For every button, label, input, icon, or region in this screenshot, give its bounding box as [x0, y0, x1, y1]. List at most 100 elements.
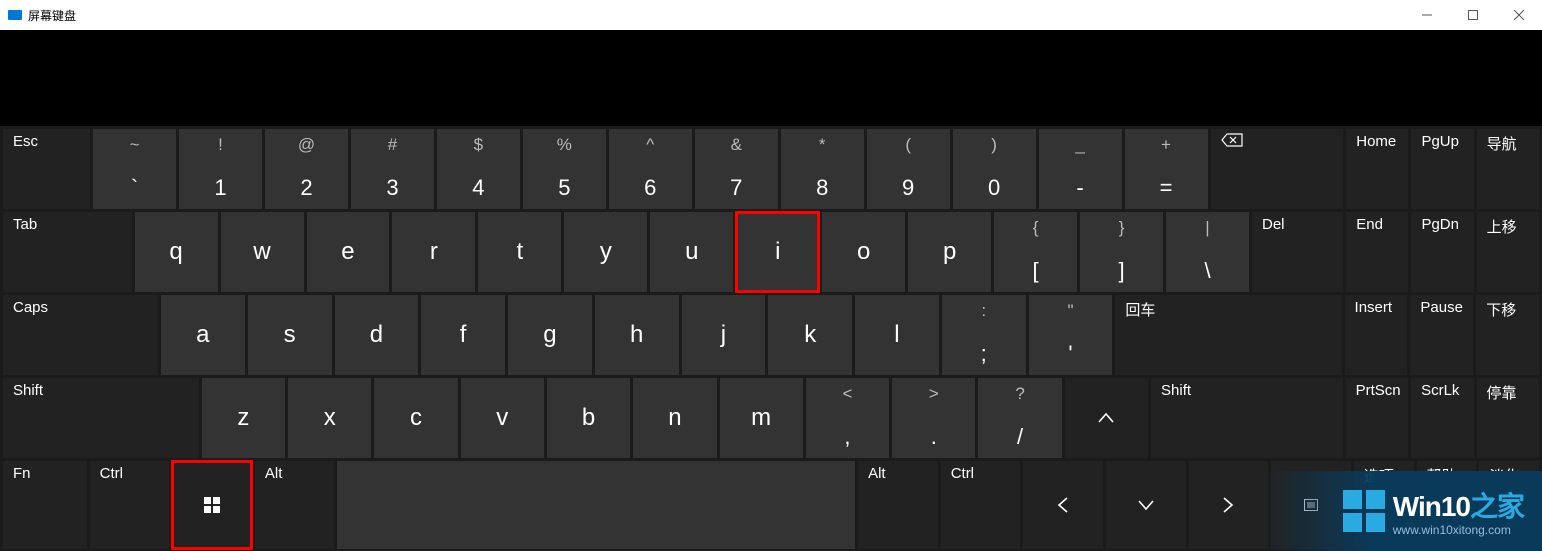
key-t[interactable]: t [478, 212, 561, 292]
key-shift-left[interactable]: Shift [3, 378, 199, 458]
title-left: 屏幕键盘 [0, 7, 76, 24]
key-ctrl-right[interactable]: Ctrl [941, 461, 1021, 549]
titlebar: 屏幕键盘 [0, 0, 1542, 30]
key-esc[interactable]: Esc [3, 129, 90, 209]
key-movedown[interactable]: 下移 [1476, 295, 1539, 375]
row-4: Shift z x c v b n m <, >. ?/ Shift PrtSc… [0, 378, 1542, 458]
key-pause[interactable]: Pause [1410, 295, 1473, 375]
key-insert[interactable]: Insert [1345, 295, 1408, 375]
key-pgdn[interactable]: PgDn [1411, 212, 1473, 292]
key-caps[interactable]: Caps [3, 295, 158, 375]
key-4[interactable]: $4 [437, 129, 520, 209]
key-8[interactable]: *8 [781, 129, 864, 209]
key-prtscn[interactable]: PrtScn [1346, 378, 1408, 458]
key-end[interactable]: End [1346, 212, 1408, 292]
key-k[interactable]: k [768, 295, 852, 375]
key-n[interactable]: n [633, 378, 716, 458]
key-pgup[interactable]: PgUp [1411, 129, 1473, 209]
key-5[interactable]: %5 [523, 129, 606, 209]
key-o[interactable]: o [822, 212, 905, 292]
key-d[interactable]: d [335, 295, 419, 375]
key-period[interactable]: >. [892, 378, 975, 458]
key-1[interactable]: !1 [179, 129, 262, 209]
key-l[interactable]: l [855, 295, 939, 375]
key-9[interactable]: (9 [867, 129, 950, 209]
key-q[interactable]: q [135, 212, 218, 292]
key-f[interactable]: f [421, 295, 505, 375]
key-m[interactable]: m [720, 378, 803, 458]
chevron-right-icon [1222, 496, 1234, 514]
key-2[interactable]: @2 [265, 129, 348, 209]
key-y[interactable]: y [564, 212, 647, 292]
key-fn[interactable]: Fn [3, 461, 87, 549]
key-quote[interactable]: "' [1029, 295, 1113, 375]
key-slash[interactable]: ?/ [978, 378, 1061, 458]
key-down[interactable] [1106, 461, 1186, 549]
windows-icon [204, 497, 220, 513]
close-button[interactable] [1496, 0, 1542, 30]
key-up[interactable] [1065, 378, 1148, 458]
key-s[interactable]: s [248, 295, 332, 375]
window-controls [1404, 0, 1542, 30]
key-minus[interactable]: _- [1039, 129, 1122, 209]
chevron-left-icon [1057, 496, 1069, 514]
app-icon [8, 10, 22, 20]
key-alt-right[interactable]: Alt [858, 461, 938, 549]
minimize-button[interactable] [1404, 0, 1450, 30]
keyboard-area: Esc ~` !1 @2 #3 $4 %5 ^6 &7 *8 (9 )0 _- … [0, 30, 1542, 551]
key-del[interactable]: Del [1252, 212, 1343, 292]
row-2: Tab q w e r t y u i o p {[ }] |\ Del End… [0, 212, 1542, 292]
key-bracket-left[interactable]: {[ [994, 212, 1077, 292]
key-comma[interactable]: <, [806, 378, 889, 458]
key-backslash[interactable]: |\ [1166, 212, 1249, 292]
key-dock[interactable]: 停靠 [1477, 378, 1539, 458]
key-h[interactable]: h [595, 295, 679, 375]
key-moveup[interactable]: 上移 [1477, 212, 1539, 292]
key-a[interactable]: a [161, 295, 245, 375]
key-c[interactable]: c [374, 378, 457, 458]
window-title: 屏幕键盘 [28, 7, 76, 24]
key-x[interactable]: x [288, 378, 371, 458]
key-b[interactable]: b [547, 378, 630, 458]
key-enter[interactable]: 回车 [1115, 295, 1341, 375]
key-nav[interactable]: 导航 [1477, 129, 1539, 209]
key-3[interactable]: #3 [351, 129, 434, 209]
key-u[interactable]: u [650, 212, 733, 292]
key-shift-right[interactable]: Shift [1151, 378, 1343, 458]
key-7[interactable]: &7 [695, 129, 778, 209]
key-windows[interactable] [172, 461, 252, 549]
row-1: Esc ~` !1 @2 #3 $4 %5 ^6 &7 *8 (9 )0 _- … [0, 129, 1542, 209]
key-e[interactable]: e [307, 212, 390, 292]
key-alt-left[interactable]: Alt [255, 461, 335, 549]
key-backtick[interactable]: ~` [93, 129, 176, 209]
key-g[interactable]: g [508, 295, 592, 375]
key-space[interactable] [337, 461, 855, 549]
key-i[interactable]: i [736, 212, 819, 292]
key-z[interactable]: z [202, 378, 285, 458]
key-left[interactable] [1023, 461, 1103, 549]
key-0[interactable]: )0 [953, 129, 1036, 209]
key-j[interactable]: j [682, 295, 766, 375]
key-p[interactable]: p [908, 212, 991, 292]
key-v[interactable]: v [461, 378, 544, 458]
key-ctrl-left[interactable]: Ctrl [90, 461, 170, 549]
key-semicolon[interactable]: :; [942, 295, 1026, 375]
key-w[interactable]: w [221, 212, 304, 292]
maximize-button[interactable] [1450, 0, 1496, 30]
key-tab[interactable]: Tab [3, 212, 132, 292]
chevron-up-icon [1097, 412, 1115, 424]
watermark: Win10之家 www.win10xitong.com [1264, 471, 1542, 551]
backspace-icon [1221, 133, 1243, 147]
key-home[interactable]: Home [1346, 129, 1408, 209]
row-3: Caps a s d f g h j k l :; "' 回车 Insert P… [0, 295, 1542, 375]
key-r[interactable]: r [392, 212, 475, 292]
chevron-down-icon [1137, 499, 1155, 511]
key-bracket-right[interactable]: }] [1080, 212, 1163, 292]
watermark-logo-icon [1343, 490, 1385, 532]
key-6[interactable]: ^6 [609, 129, 692, 209]
key-equals[interactable]: += [1125, 129, 1208, 209]
key-backspace[interactable] [1211, 129, 1344, 209]
watermark-text: Win10之家 www.win10xitong.com [1393, 485, 1524, 537]
key-scrlk[interactable]: ScrLk [1411, 378, 1473, 458]
key-right[interactable] [1189, 461, 1269, 549]
